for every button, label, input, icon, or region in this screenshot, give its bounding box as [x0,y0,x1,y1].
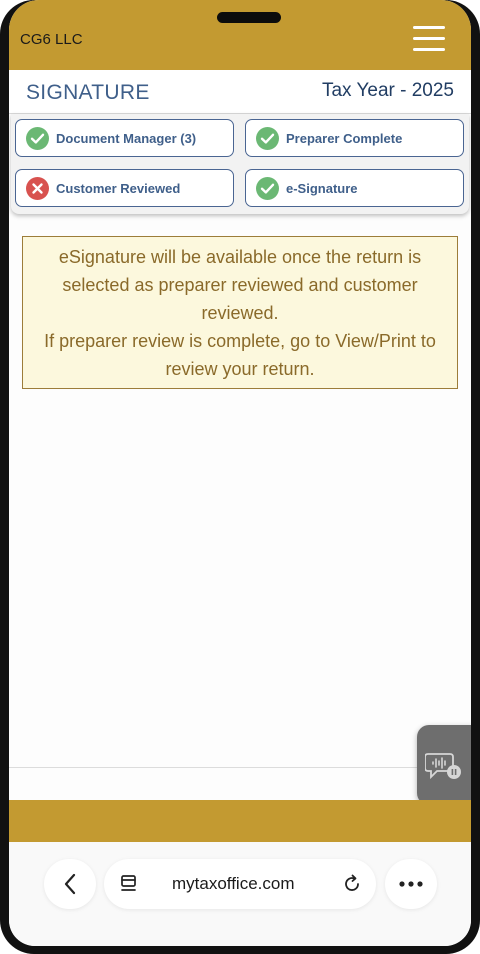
status-panel: Document Manager (3) Preparer Complete C… [11,114,469,214]
voice-chat-icon [425,753,461,780]
brand-name: CG6 LLC [20,31,83,48]
status-label: Customer Reviewed [56,181,181,196]
browser-toolbar: mytaxoffice.com [9,842,471,946]
status-document-manager[interactable]: Document Manager (3) [15,119,234,157]
status-label: Preparer Complete [286,131,403,146]
status-customer-reviewed[interactable]: Customer Reviewed [15,169,234,207]
phone-frame: CG6 LLC SIGNATURE Tax Year - 2025 Docume… [0,0,480,954]
more-options-button[interactable] [385,859,437,909]
status-e-signature[interactable]: e-Signature [245,169,464,207]
camera-notch [217,12,281,23]
more-dots-icon [399,881,423,887]
check-circle-icon [256,127,279,150]
back-button[interactable] [44,859,96,909]
notice-line-2: If preparer review is complete, go to Vi… [44,331,436,379]
chevron-left-icon [64,873,76,895]
chat-widget-button[interactable] [417,725,471,805]
reload-icon[interactable] [340,872,364,896]
x-circle-icon [26,177,49,200]
check-circle-icon [26,127,49,150]
address-bar[interactable]: mytaxoffice.com [104,859,376,909]
title-row: SIGNATURE Tax Year - 2025 [9,70,471,114]
hamburger-menu-icon[interactable] [413,24,447,54]
top-bar: CG6 LLC [9,0,471,70]
tax-year-label: Tax Year - 2025 [321,80,454,101]
reader-mode-icon [121,875,136,891]
esignature-notice: eSignature will be available once the re… [22,236,458,389]
check-circle-icon [256,177,279,200]
status-label: e-Signature [286,181,358,196]
status-label: Document Manager (3) [56,131,197,146]
footer-band [9,800,471,842]
screen: CG6 LLC SIGNATURE Tax Year - 2025 Docume… [9,0,471,946]
content-divider [9,767,471,768]
page-title: SIGNATURE [26,81,150,104]
status-preparer-complete[interactable]: Preparer Complete [245,119,464,157]
notice-line-1: eSignature will be available once the re… [58,247,422,323]
url-text: mytaxoffice.com [172,874,295,893]
